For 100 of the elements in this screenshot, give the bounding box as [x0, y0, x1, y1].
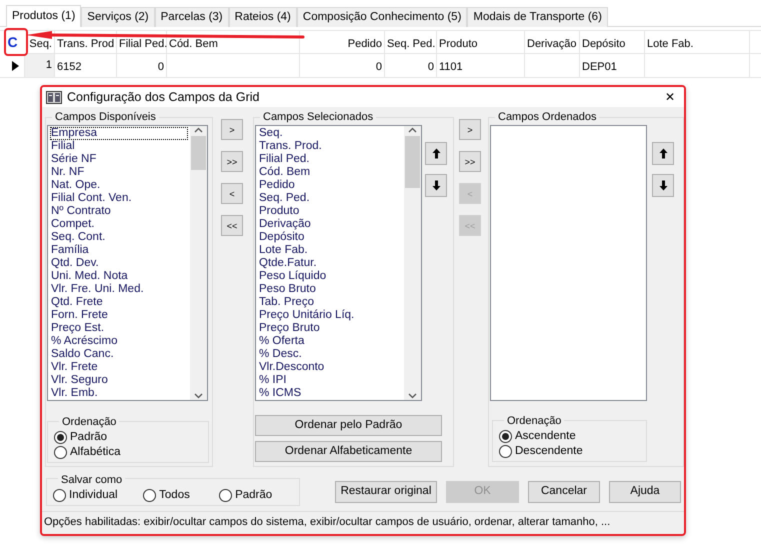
list-box[interactable]	[47, 125, 208, 401]
list-item[interactable]: Cód. Bem	[258, 166, 402, 179]
radio-circle[interactable]	[54, 446, 67, 459]
column-header[interactable]: Filial Ped.	[119, 38, 168, 50]
move-down-button[interactable]	[425, 174, 447, 197]
list-item[interactable]: Vlr. Seguro	[50, 374, 188, 387]
column-header[interactable]: Seq.	[29, 38, 52, 50]
move-button[interactable]: <	[221, 183, 243, 204]
column-header[interactable]: Pedido	[348, 38, 382, 50]
list-item[interactable]: Vlr. Frete	[50, 361, 188, 374]
radio-option[interactable]: Padrão	[219, 488, 295, 503]
column-header[interactable]: Cód. Bem	[169, 38, 218, 50]
radio-circle[interactable]	[499, 430, 512, 443]
list-item[interactable]: Compet.	[50, 218, 188, 231]
list-item[interactable]: Lote Fab.	[258, 244, 402, 257]
scroll-down-icon[interactable]	[194, 391, 203, 400]
radio-circle[interactable]	[219, 489, 232, 502]
radio-circle[interactable]	[54, 431, 67, 444]
move-button[interactable]: >	[221, 119, 243, 140]
scrollbar[interactable]	[190, 126, 207, 400]
sort-button[interactable]: Ordenar Alfabeticamente	[255, 441, 442, 462]
radio-option[interactable]: Alfabética	[54, 445, 204, 460]
move-button[interactable]: <<	[221, 215, 243, 236]
tab[interactable]: Parcelas (3)	[154, 7, 229, 27]
list-item[interactable]: Seq. Ped.	[258, 192, 402, 205]
move-button[interactable]: >>	[459, 151, 481, 172]
list-item[interactable]: Preço Bruto	[258, 322, 402, 335]
tab[interactable]: Rateios (4)	[228, 7, 297, 27]
move-up-button[interactable]	[425, 142, 447, 165]
radio-circle[interactable]	[53, 489, 66, 502]
list-item[interactable]: Família	[50, 244, 188, 257]
radio-circle[interactable]	[143, 489, 156, 502]
scrollbar-thumb[interactable]	[405, 136, 420, 188]
list-item[interactable]: Seq. Cont.	[50, 231, 188, 244]
list-item[interactable]: Saldo Canc.	[50, 348, 188, 361]
tab[interactable]: Produtos (1)	[6, 5, 82, 27]
radio-option[interactable]: Individual	[53, 488, 144, 503]
dialog-button[interactable]: Ajuda	[609, 481, 681, 503]
list-item[interactable]: Vlr. Fre. Uni. Med.	[50, 283, 188, 296]
list-item[interactable]: Filial Ped.	[258, 153, 402, 166]
list-item[interactable]: Qtde.Fatur.	[258, 257, 402, 270]
dialog-button[interactable]: Restaurar original	[335, 481, 437, 503]
list-item[interactable]: Qtd. Frete	[50, 296, 188, 309]
list-item[interactable]: Nat. Ope.	[50, 179, 188, 192]
list-item[interactable]: Pedido	[258, 179, 402, 192]
sort-button[interactable]: Ordenar pelo Padrão	[255, 415, 442, 436]
move-down-button[interactable]	[652, 174, 674, 197]
radio-option[interactable]: Descendente	[499, 444, 642, 459]
tab[interactable]: Composição Conhecimento (5)	[296, 7, 468, 27]
column-header[interactable]: Depósito	[582, 38, 626, 50]
scroll-up-icon[interactable]	[408, 126, 417, 135]
list-item[interactable]: % Desc.	[258, 348, 402, 361]
arrow-down-icon	[432, 180, 440, 191]
list-item[interactable]: Forn. Frete	[50, 309, 188, 322]
list-box[interactable]	[255, 125, 422, 401]
list-item[interactable]: Nr. NF	[50, 166, 188, 179]
list-item[interactable]: % IPI	[258, 374, 402, 387]
list-item[interactable]: Vlr. Emb.	[50, 387, 188, 400]
table-cell: 0	[428, 61, 434, 73]
list-item[interactable]: % Oferta	[258, 335, 402, 348]
tab[interactable]: Serviços (2)	[81, 7, 155, 27]
radio-option[interactable]: Padrão	[54, 430, 204, 445]
radio-option[interactable]: Ascendente	[499, 429, 642, 444]
scrollbar-thumb[interactable]	[191, 136, 206, 170]
list-item[interactable]: Depósito	[258, 231, 402, 244]
list-item[interactable]: Uni. Med. Nota	[50, 270, 188, 283]
column-header[interactable]: Trans. Prod	[57, 38, 114, 50]
list-item[interactable]: Série NF	[50, 153, 188, 166]
scroll-down-icon[interactable]	[408, 391, 417, 400]
list-item[interactable]: Tab. Preço	[258, 296, 402, 309]
scrollbar[interactable]	[404, 126, 421, 400]
radio-circle[interactable]	[499, 445, 512, 458]
list-item[interactable]: Filial	[50, 140, 188, 153]
group-title: Ordenação	[504, 414, 564, 428]
tab[interactable]: Modais de Transporte (6)	[467, 7, 608, 27]
list-item[interactable]: Peso Bruto	[258, 283, 402, 296]
list-item[interactable]: Preço Unitário Líq.	[258, 309, 402, 322]
dialog-button[interactable]: Cancelar	[528, 481, 600, 503]
list-item[interactable]: Derivação	[258, 218, 402, 231]
column-header[interactable]: Lote Fab.	[647, 38, 694, 50]
list-item[interactable]: Qtd. Dev.	[50, 257, 188, 270]
list-item[interactable]: % Acréscimo	[50, 335, 188, 348]
column-header[interactable]: Derivação	[527, 38, 577, 50]
scroll-up-icon[interactable]	[194, 126, 203, 135]
list-item[interactable]: % ICMS	[258, 387, 402, 400]
list-item[interactable]: Preço Est.	[50, 322, 188, 335]
list-item[interactable]: Peso Líquido	[258, 270, 402, 283]
list-item[interactable]: Seq.	[258, 127, 402, 140]
column-header[interactable]: Produto	[439, 38, 478, 50]
move-button[interactable]: >	[459, 119, 481, 140]
list-item[interactable]: Filial Cont. Ven.	[50, 192, 188, 205]
radio-option[interactable]: Todos	[143, 488, 220, 503]
list-item[interactable]: Trans. Prod.	[258, 140, 402, 153]
list-item[interactable]: Empresa	[50, 127, 188, 140]
list-item[interactable]: Nº Contrato	[50, 205, 188, 218]
move-button[interactable]: >>	[221, 151, 243, 172]
column-header[interactable]: Seq. Ped.	[387, 38, 436, 50]
list-item[interactable]: Produto	[258, 205, 402, 218]
list-item[interactable]: Vlr.Desconto	[258, 361, 402, 374]
move-up-button[interactable]	[652, 142, 674, 165]
